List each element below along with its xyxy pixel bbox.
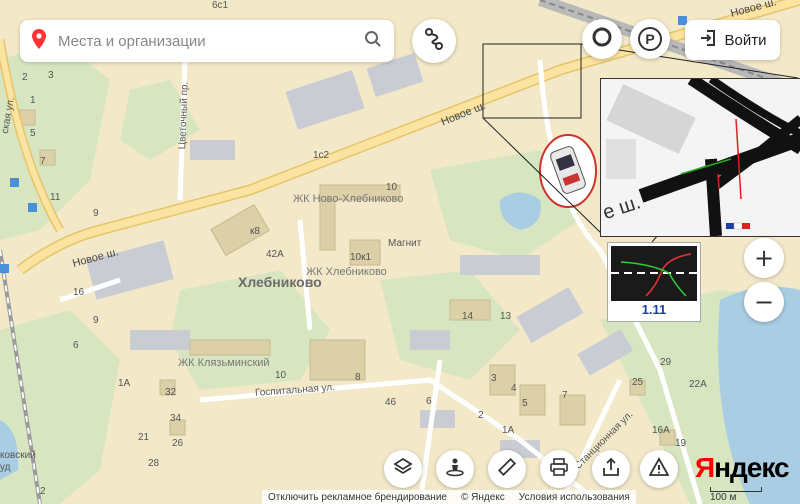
warning-icon bbox=[648, 457, 670, 481]
house-number: 19 bbox=[675, 438, 687, 449]
house-number: 3 bbox=[491, 373, 497, 384]
house-number: 7 bbox=[40, 156, 46, 167]
house-number: 26 bbox=[172, 438, 184, 449]
street-label: уд bbox=[0, 462, 11, 473]
street-label: ковский bbox=[0, 450, 36, 461]
sign-drawing bbox=[611, 253, 697, 297]
house-number: 2 bbox=[478, 410, 484, 421]
inset-drawing: е ш. bbox=[601, 79, 800, 236]
house-number: 7 bbox=[562, 390, 568, 401]
complex-label: ЖК Клязьминский bbox=[178, 357, 270, 369]
house-number: 25 bbox=[632, 377, 644, 388]
logo-rest: ндекс bbox=[714, 452, 789, 483]
map-canvas[interactable]: е ш. 1.11 Хлебниково Новое ш. Новое ш. Н… bbox=[0, 0, 800, 504]
sign-number: 1.11 bbox=[641, 302, 667, 317]
house-number: 28 bbox=[148, 458, 160, 469]
road-marking-sign: 1.11 bbox=[607, 242, 701, 322]
house-number: 9 bbox=[93, 315, 99, 326]
house-number: 1 bbox=[30, 95, 36, 106]
terms-link[interactable]: Условия использования bbox=[519, 492, 630, 503]
search-icon[interactable] bbox=[364, 30, 382, 52]
house-number: 22А bbox=[689, 379, 707, 390]
house-number: 2 bbox=[40, 486, 46, 497]
house-number: 21 bbox=[138, 432, 150, 443]
zoom-in-button[interactable]: + bbox=[744, 238, 784, 278]
route-icon bbox=[423, 28, 445, 54]
logo-first-letter: Я bbox=[695, 452, 715, 483]
house-number: 32 bbox=[165, 387, 177, 398]
circle-ring-icon bbox=[591, 26, 613, 52]
map-footer: Отключить рекламное брендирование © Янде… bbox=[262, 490, 636, 504]
disable-ad-link[interactable]: Отключить рекламное брендирование bbox=[268, 492, 447, 503]
house-number: 46 bbox=[385, 397, 397, 408]
share-icon bbox=[601, 457, 621, 481]
traffic-button[interactable] bbox=[582, 19, 622, 59]
plus-icon: + bbox=[753, 244, 775, 272]
layers-button[interactable] bbox=[384, 450, 422, 488]
house-number: 29 bbox=[660, 357, 672, 368]
location-pin-icon bbox=[32, 29, 46, 53]
house-number: 1А bbox=[118, 378, 131, 389]
login-icon bbox=[699, 29, 717, 51]
ruler-icon bbox=[497, 457, 517, 481]
zoom-out-button[interactable]: − bbox=[744, 282, 784, 322]
house-number: 5 bbox=[522, 398, 528, 409]
scale-label: 100 м bbox=[710, 492, 737, 503]
house-number: 10 bbox=[275, 370, 287, 381]
sign-road-image bbox=[611, 246, 697, 301]
shop-label[interactable]: Магнит bbox=[388, 238, 421, 249]
house-number: 42А bbox=[266, 249, 284, 260]
login-label: Войти bbox=[724, 31, 767, 49]
house-number: 5 bbox=[30, 128, 36, 139]
street-label: Цветочный пр. bbox=[177, 81, 191, 150]
house-number: 13 bbox=[500, 311, 512, 322]
inset-zoom-view: е ш. bbox=[600, 78, 800, 237]
house-number: 14 bbox=[462, 311, 474, 322]
complex-label: ЖК Хлебниково bbox=[306, 266, 387, 278]
panorama-button[interactable] bbox=[436, 450, 474, 488]
yandex-logo[interactable]: Яндекс bbox=[695, 452, 790, 484]
house-number: 1А bbox=[502, 425, 515, 436]
house-number: 6 bbox=[73, 340, 79, 351]
print-button[interactable] bbox=[540, 450, 578, 488]
house-number: 2 bbox=[22, 72, 28, 83]
layers-icon bbox=[393, 457, 413, 481]
search-input[interactable] bbox=[56, 31, 364, 51]
house-number: 10 bbox=[386, 182, 398, 193]
parking-button[interactable]: P bbox=[630, 19, 670, 59]
house-number: 10к1 bbox=[350, 252, 372, 263]
house-number: 11 bbox=[50, 192, 61, 203]
complex-label: ЖК Ново-Хлебниково bbox=[293, 193, 404, 205]
ruler-button[interactable] bbox=[488, 450, 526, 488]
scale-bar: 100 м bbox=[710, 487, 762, 503]
house-number: 16 bbox=[73, 287, 85, 298]
house-number: 34 bbox=[170, 413, 182, 424]
house-number: 1с2 bbox=[313, 150, 330, 161]
house-number: 6с1 bbox=[212, 0, 229, 11]
login-button[interactable]: Войти bbox=[685, 20, 780, 60]
routes-button[interactable] bbox=[412, 19, 456, 63]
house-number: 16А bbox=[652, 425, 670, 436]
minus-icon: − bbox=[753, 288, 775, 316]
house-number: 3 bbox=[48, 70, 54, 81]
print-icon bbox=[549, 457, 569, 481]
share-button[interactable] bbox=[592, 450, 630, 488]
parking-icon: P bbox=[638, 27, 662, 51]
panorama-icon bbox=[445, 457, 465, 481]
house-number: 6 bbox=[426, 396, 432, 407]
house-number: к8 bbox=[250, 226, 260, 237]
house-number: 8 bbox=[355, 372, 361, 383]
house-number: 9 bbox=[93, 208, 99, 219]
copyright-text[interactable]: © Яндекс bbox=[461, 492, 505, 503]
search-bar[interactable] bbox=[20, 20, 394, 62]
report-error-button[interactable] bbox=[640, 450, 678, 488]
house-number: 4 bbox=[511, 383, 517, 394]
